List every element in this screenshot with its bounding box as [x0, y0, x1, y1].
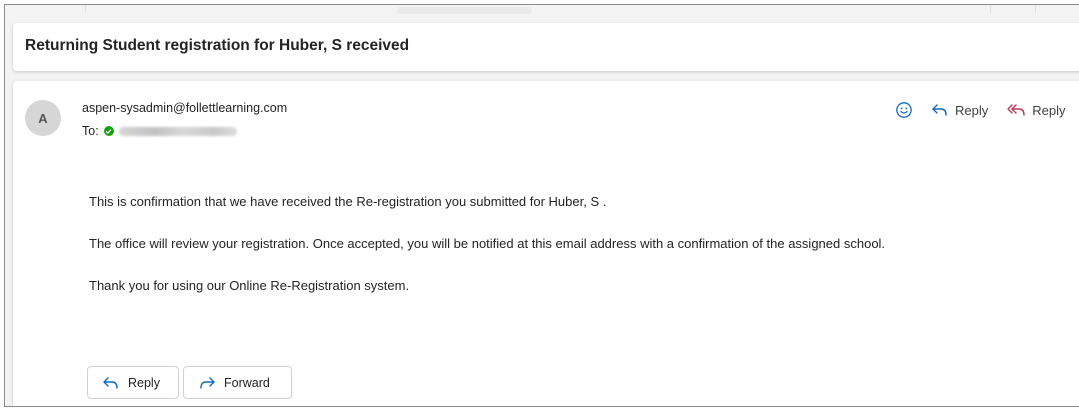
to-label: To:: [82, 124, 99, 138]
sender-address[interactable]: aspen-sysadmin@follettlearning.com: [82, 101, 287, 115]
reply-all-label: Reply: [1032, 102, 1066, 118]
forward-button[interactable]: Forward: [183, 366, 292, 399]
email-subject: Returning Student registration for Huber…: [25, 37, 410, 54]
body-paragraph: This is confirmation that we have receiv…: [89, 194, 607, 209]
reply-label: Reply: [955, 102, 989, 118]
toolbar-divider: [85, 5, 86, 13]
sender-avatar[interactable]: A: [25, 100, 61, 136]
toolbar-divider: [1035, 5, 1036, 13]
reply-button-label: Reply: [128, 375, 160, 390]
reading-pane: Returning Student registration for Huber…: [4, 4, 1079, 407]
recipient-name-redacted[interactable]: [118, 126, 237, 136]
reply-button[interactable]: Reply: [87, 366, 179, 399]
smiley-icon[interactable]: [895, 101, 913, 119]
reply-button-top[interactable]: Reply: [931, 103, 988, 118]
forward-button-label: Forward: [224, 375, 270, 390]
body-paragraph: The office will review your registration…: [89, 236, 886, 251]
toolbar-divider: [990, 5, 991, 13]
top-toolbar-strip: [5, 5, 1079, 17]
forward-arrow-icon: [200, 376, 215, 389]
message-actions: Reply Reply: [895, 101, 1066, 119]
recipient-row: To:: [82, 124, 237, 138]
message-card: A aspen-sysadmin@follettlearning.com To:: [13, 81, 1079, 406]
subject-header: Returning Student registration for Huber…: [13, 23, 1079, 71]
reply-all-icon: [1007, 104, 1025, 116]
toolbar-tab[interactable]: [397, 7, 532, 14]
body-paragraph: Thank you for using our Online Re-Regist…: [89, 278, 410, 293]
available-check-icon: [103, 126, 114, 136]
reply-all-button-top[interactable]: Reply: [1006, 102, 1066, 118]
reply-arrow-icon: [103, 376, 118, 389]
reply-arrow-icon: [932, 104, 947, 116]
